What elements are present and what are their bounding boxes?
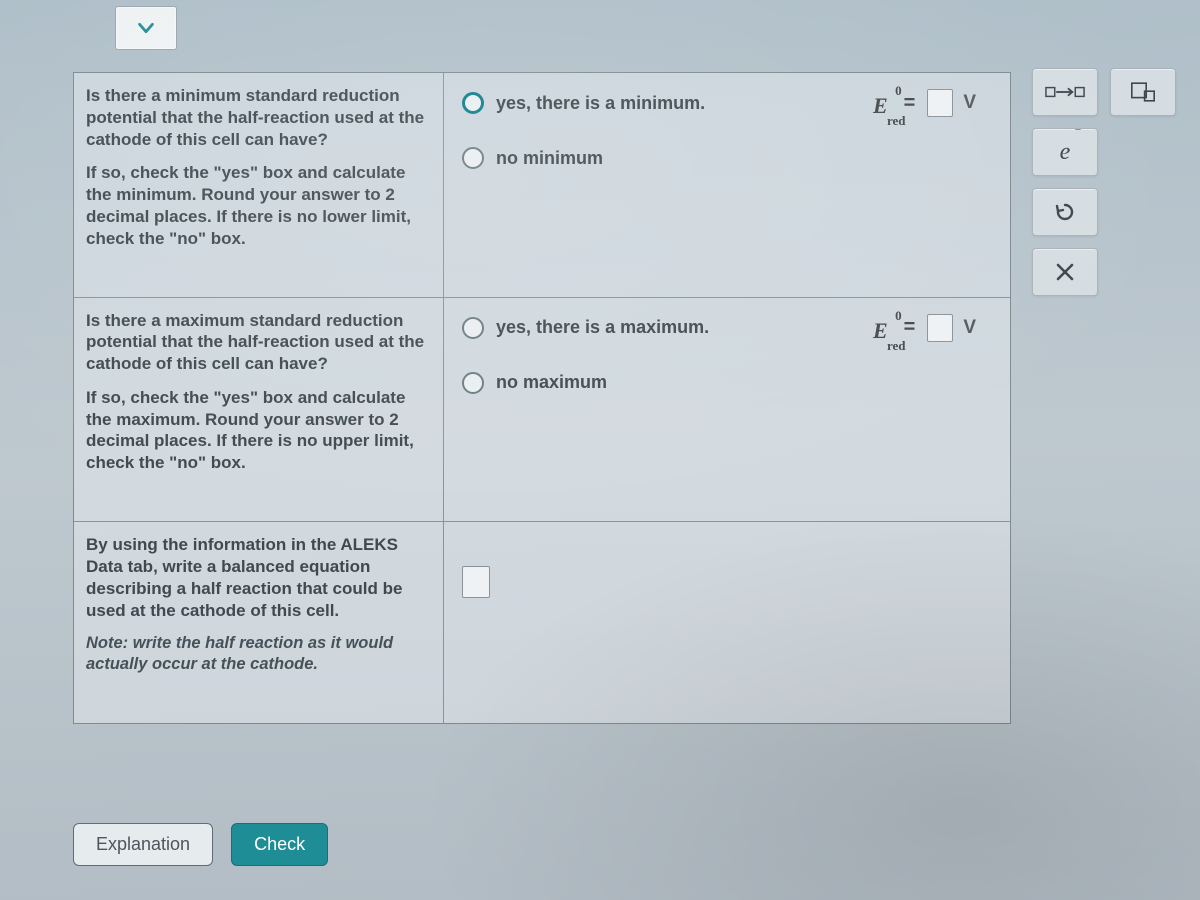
radio-no-maximum[interactable] <box>462 372 484 394</box>
dropdown-toggle[interactable] <box>115 6 177 50</box>
value-input-max[interactable] <box>927 314 953 342</box>
question-cell: Is there a minimum standard reduction po… <box>74 73 444 297</box>
E-red-symbol: E 0 red <box>873 312 892 344</box>
radio-no-minimum[interactable] <box>462 147 484 169</box>
radio-yes-maximum[interactable] <box>462 317 484 339</box>
answer-cell <box>444 522 1010 723</box>
question-cell: By using the information in the ALEKS Da… <box>74 522 444 723</box>
unit-label: V <box>961 317 976 339</box>
question-text-main: By using the information in the ALEKS Da… <box>86 534 431 621</box>
option-yes-label: yes, there is a maximum. <box>496 317 709 338</box>
tool-palette: e <box>1032 68 1182 296</box>
option-no-label: no minimum <box>496 148 603 169</box>
question-row: Is there a minimum standard reduction po… <box>74 73 1010 298</box>
explanation-button[interactable]: Explanation <box>73 823 213 866</box>
palette-electron-button[interactable]: e <box>1032 128 1098 176</box>
question-row: Is there a maximum standard reduction po… <box>74 298 1010 523</box>
e-red-expression: E 0 red = V <box>873 312 996 344</box>
radio-yes-minimum[interactable] <box>462 92 484 114</box>
option-no-row: no maximum <box>462 372 996 394</box>
electron-icon: e <box>1060 139 1071 166</box>
palette-stacked-box-button[interactable] <box>1110 68 1176 116</box>
footer-buttons: Explanation Check <box>73 823 328 866</box>
unit-label: V <box>961 92 976 114</box>
question-text-sub: If so, check the "yes" box and calculate… <box>86 162 431 249</box>
e-red-expression: E 0 red = V <box>873 87 996 119</box>
option-no-row: no minimum <box>462 147 996 169</box>
equals-sign: = <box>900 92 920 115</box>
palette-reset-button[interactable] <box>1032 188 1098 236</box>
question-text-main: Is there a minimum standard reduction po… <box>86 85 431 150</box>
yields-arrow-icon <box>1043 80 1087 104</box>
answer-cell: yes, there is a maximum. E 0 red = V <box>444 298 1010 522</box>
palette-close-button[interactable] <box>1032 248 1098 296</box>
question-row: By using the information in the ALEKS Da… <box>74 522 1010 723</box>
question-note: Note: write the half reaction as it woul… <box>86 633 431 675</box>
value-input-min[interactable] <box>927 89 953 117</box>
question-panel: Is there a minimum standard reduction po… <box>73 72 1011 724</box>
option-yes-label: yes, there is a minimum. <box>496 93 705 114</box>
question-text-main: Is there a maximum standard reduction po… <box>86 310 431 375</box>
palette-yields-button[interactable] <box>1032 68 1098 116</box>
question-cell: Is there a maximum standard reduction po… <box>74 298 444 522</box>
close-icon <box>1043 260 1087 284</box>
reset-icon <box>1043 200 1087 224</box>
stacked-box-icon <box>1121 80 1165 104</box>
answer-cell: yes, there is a minimum. E 0 red = V <box>444 73 1010 297</box>
equals-sign: = <box>900 316 920 339</box>
check-button[interactable]: Check <box>231 823 328 866</box>
chevron-down-icon <box>135 17 157 39</box>
option-no-label: no maximum <box>496 372 607 393</box>
equation-input[interactable] <box>462 566 490 598</box>
E-red-symbol: E 0 red <box>873 87 892 119</box>
option-yes-row: yes, there is a maximum. E 0 red = V <box>462 312 996 344</box>
option-yes-row: yes, there is a minimum. E 0 red = V <box>462 87 996 119</box>
question-text-sub: If so, check the "yes" box and calculate… <box>86 387 431 474</box>
